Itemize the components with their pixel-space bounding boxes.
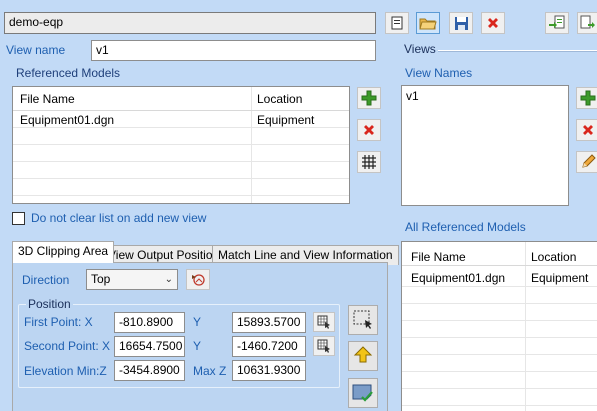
position-title: Position bbox=[26, 297, 73, 311]
column-header-file-name[interactable]: File Name bbox=[20, 92, 75, 106]
delete-x-icon bbox=[488, 18, 498, 28]
save-disk-icon bbox=[454, 16, 468, 30]
add-model-button[interactable] bbox=[357, 87, 381, 109]
import-icon bbox=[549, 15, 565, 29]
pick-first-point-button[interactable] bbox=[313, 312, 335, 332]
table-row-empty bbox=[402, 304, 597, 321]
all-referenced-models-table[interactable]: File Name Location Equipment01.dgn Equip… bbox=[401, 241, 597, 411]
row-file-name: Equipment01.dgn bbox=[411, 271, 506, 285]
column-header-location[interactable]: Location bbox=[531, 250, 576, 264]
elevation-min-label: Elevation Min:Z bbox=[24, 364, 107, 378]
all-referenced-models-title: All Referenced Models bbox=[405, 220, 526, 234]
views-divider bbox=[438, 50, 597, 51]
export-icon bbox=[580, 15, 595, 29]
add-view-button[interactable] bbox=[576, 87, 597, 109]
open-folder-button[interactable] bbox=[416, 12, 440, 34]
row-location: Equipment bbox=[257, 113, 315, 127]
view-names-title: View Names bbox=[405, 66, 473, 80]
referenced-models-title: Referenced Models bbox=[16, 66, 121, 80]
row-location: Equipment bbox=[531, 271, 589, 285]
plus-icon bbox=[361, 90, 377, 106]
first-y-label: Y bbox=[193, 315, 202, 329]
pick-point-icon bbox=[317, 315, 330, 329]
elevation-min-input[interactable]: -3454.8900 bbox=[114, 360, 185, 381]
view-name-item[interactable]: v1 bbox=[406, 89, 419, 103]
view-name-input[interactable]: v1 bbox=[91, 40, 376, 61]
view-name-label: View name bbox=[6, 43, 66, 57]
table-row-empty bbox=[402, 372, 597, 389]
delete-x-icon bbox=[583, 125, 593, 135]
save-button[interactable] bbox=[449, 12, 473, 34]
move-up-button[interactable] bbox=[348, 341, 378, 371]
view-names-list[interactable]: v1 bbox=[401, 85, 569, 206]
second-point-label: Second Point: X bbox=[24, 339, 111, 353]
first-point-y-input[interactable]: 15893.5700 bbox=[232, 312, 306, 333]
tab-3d-clipping-area[interactable]: 3D Clipping Area bbox=[12, 241, 115, 263]
remove-model-button[interactable] bbox=[357, 119, 381, 141]
import-button[interactable] bbox=[545, 12, 569, 34]
view-rotate-icon bbox=[192, 273, 205, 286]
dashed-selection-icon bbox=[353, 310, 372, 329]
grid-select-button[interactable] bbox=[357, 151, 381, 173]
table-header: File Name Location bbox=[402, 242, 597, 266]
do-not-clear-label[interactable]: Do not clear list on add new view bbox=[31, 211, 206, 225]
table-row[interactable]: Equipment01.dgn Equipment bbox=[402, 269, 597, 287]
file-name-field[interactable]: demo-eqp bbox=[4, 12, 376, 34]
referenced-models-table[interactable]: File Name Location Equipment01.dgn Equip… bbox=[12, 86, 350, 204]
plus-icon bbox=[580, 90, 596, 106]
new-file-button[interactable] bbox=[385, 12, 409, 34]
max-z-label: Max Z bbox=[193, 364, 227, 378]
pick-direction-button[interactable] bbox=[186, 269, 210, 290]
direction-select[interactable]: Top ⌄ bbox=[86, 269, 178, 290]
pencil-icon bbox=[582, 154, 596, 168]
column-header-location[interactable]: Location bbox=[257, 92, 302, 106]
up-arrow-icon bbox=[353, 346, 373, 363]
column-header-file-name[interactable]: File Name bbox=[411, 250, 466, 264]
do-not-clear-checkbox[interactable] bbox=[12, 212, 25, 225]
elevation-max-input[interactable]: 10631.9300 bbox=[232, 360, 306, 381]
table-row-empty bbox=[13, 128, 349, 145]
select-area-button[interactable] bbox=[348, 305, 378, 335]
first-point-x-input[interactable]: -810.8900 bbox=[114, 312, 185, 333]
view-check-icon bbox=[352, 384, 373, 402]
first-point-label: First Point: X bbox=[24, 315, 93, 329]
table-row-empty bbox=[13, 145, 349, 162]
second-point-y-input[interactable]: -1460.7200 bbox=[232, 336, 306, 357]
rename-view-button[interactable] bbox=[576, 151, 597, 173]
pick-second-point-button[interactable] bbox=[313, 336, 335, 356]
grid-icon bbox=[362, 155, 376, 169]
table-row-empty bbox=[402, 389, 597, 406]
table-row-empty bbox=[402, 338, 597, 355]
delete-view-button[interactable] bbox=[576, 119, 597, 141]
table-row-empty bbox=[13, 162, 349, 179]
direction-label: Direction bbox=[22, 273, 70, 287]
chevron-down-icon: ⌄ bbox=[164, 274, 173, 285]
table-row-empty bbox=[13, 179, 349, 196]
open-folder-icon bbox=[419, 18, 437, 30]
second-y-label: Y bbox=[193, 339, 202, 353]
table-row-empty bbox=[402, 321, 597, 338]
apply-view-button[interactable] bbox=[348, 378, 378, 408]
delete-file-button[interactable] bbox=[481, 12, 505, 34]
direction-value: Top bbox=[91, 272, 111, 286]
export-button[interactable] bbox=[577, 12, 597, 34]
row-file-name: Equipment01.dgn bbox=[20, 113, 115, 127]
delete-x-icon bbox=[364, 125, 374, 135]
table-header: File Name Location bbox=[13, 87, 349, 111]
second-point-x-input[interactable]: 16654.7500 bbox=[114, 336, 185, 357]
views-title: Views bbox=[404, 42, 436, 56]
pick-point-icon bbox=[317, 339, 330, 353]
table-row-empty bbox=[402, 287, 597, 304]
table-row-empty bbox=[402, 355, 597, 372]
table-row[interactable]: Equipment01.dgn Equipment bbox=[13, 111, 349, 128]
new-document-icon bbox=[391, 16, 403, 30]
